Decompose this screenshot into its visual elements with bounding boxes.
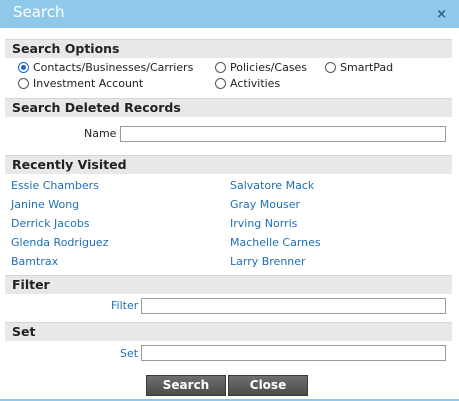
filter-label[interactable]: Filter bbox=[111, 299, 138, 312]
recent-link-salvatore-mack[interactable]: Salvatore Mack bbox=[230, 179, 314, 192]
option-activities[interactable]: Activities bbox=[215, 77, 280, 90]
deleted-records-header: Search Deleted Records bbox=[5, 98, 452, 117]
option-investment[interactable]: Investment Account bbox=[18, 77, 143, 90]
set-header: Set bbox=[5, 322, 452, 341]
close-icon[interactable]: × bbox=[436, 7, 447, 22]
close-button[interactable]: Close bbox=[228, 375, 308, 396]
filter-title: Filter bbox=[12, 277, 50, 292]
recent-link-gray-mouser[interactable]: Gray Mouser bbox=[230, 198, 300, 211]
deleted-records-title: Search Deleted Records bbox=[12, 100, 181, 115]
recent-link-irving-norris[interactable]: Irving Norris bbox=[230, 217, 297, 230]
filter-header: Filter bbox=[5, 275, 452, 294]
recently-visited-header: Recently Visited bbox=[5, 155, 452, 174]
recent-link-larry-brenner[interactable]: Larry Brenner bbox=[230, 255, 306, 268]
search-options-header: Search Options bbox=[5, 39, 452, 58]
option-contacts-label: Contacts/Businesses/Carriers bbox=[33, 61, 194, 74]
search-button[interactable]: Search bbox=[146, 375, 226, 396]
option-smartpad-label: SmartPad bbox=[340, 61, 394, 74]
radio-investment[interactable] bbox=[18, 78, 29, 89]
recent-link-glenda-rodriguez[interactable]: Glenda Rodriguez bbox=[11, 236, 108, 249]
set-title: Set bbox=[12, 324, 36, 339]
radio-contacts[interactable] bbox=[18, 62, 29, 73]
radio-policies[interactable] bbox=[215, 62, 226, 73]
dialog-titlebar: Search × bbox=[0, 0, 459, 28]
filter-input[interactable] bbox=[141, 298, 446, 314]
search-options-title: Search Options bbox=[12, 41, 120, 56]
dialog-title: Search bbox=[13, 3, 65, 21]
recently-visited-title: Recently Visited bbox=[12, 157, 127, 172]
recent-link-derrick-jacobs[interactable]: Derrick Jacobs bbox=[11, 217, 90, 230]
option-smartpad[interactable]: SmartPad bbox=[325, 61, 393, 74]
option-contacts[interactable]: Contacts/Businesses/Carriers bbox=[18, 61, 193, 74]
name-label: Name bbox=[84, 127, 117, 140]
option-policies[interactable]: Policies/Cases bbox=[215, 61, 307, 74]
radio-activities[interactable] bbox=[215, 78, 226, 89]
set-label[interactable]: Set bbox=[120, 347, 138, 360]
recent-link-machelle-carnes[interactable]: Machelle Carnes bbox=[230, 236, 321, 249]
option-activities-label: Activities bbox=[230, 77, 281, 90]
recent-link-essie-chambers[interactable]: Essie Chambers bbox=[11, 179, 99, 192]
radio-smartpad[interactable] bbox=[325, 62, 336, 73]
name-input[interactable] bbox=[120, 126, 446, 142]
recent-link-bamtrax[interactable]: Bamtrax bbox=[11, 255, 58, 268]
set-input[interactable] bbox=[141, 345, 446, 361]
recent-link-janine-wong[interactable]: Janine Wong bbox=[11, 198, 79, 211]
option-investment-label: Investment Account bbox=[33, 77, 144, 90]
option-policies-label: Policies/Cases bbox=[230, 61, 308, 74]
